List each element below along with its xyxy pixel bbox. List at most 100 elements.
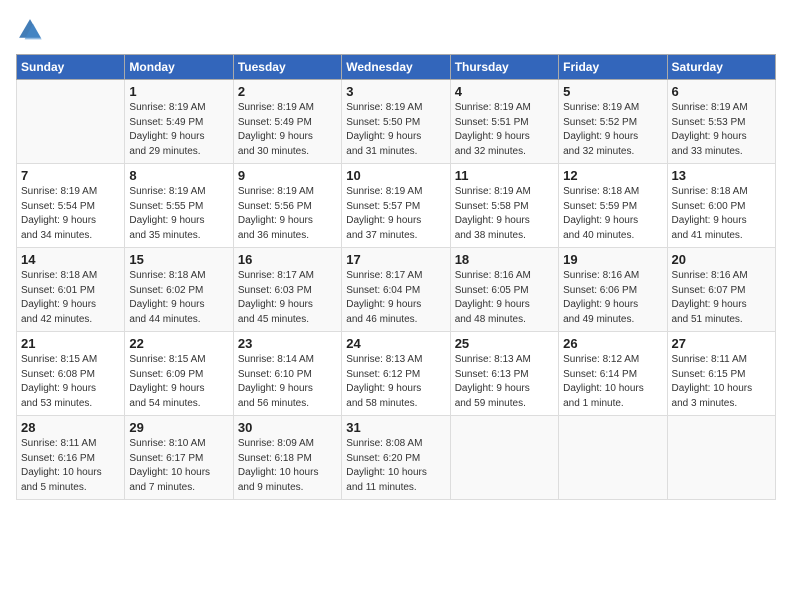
day-info: Sunrise: 8:16 AMSunset: 6:05 PMDaylight:… <box>455 269 554 327</box>
day-info: Sunrise: 8:12 AMSunset: 6:14 PMDaylight:… <box>563 353 662 411</box>
calendar-cell: 25Sunrise: 8:13 AMSunset: 6:13 PMDayligh… <box>450 332 558 416</box>
calendar-cell: 10 Sunrise: 8:19 AMSunset: 5:57 PMDayligh… <box>342 164 450 248</box>
calendar-week-row: 7 Sunrise: 8:19 AMSunset: 5:54 PMDaylight… <box>17 164 776 248</box>
day-number: 13 <box>672 168 771 183</box>
calendar-cell: 2 Sunrise: 8:19 AMSunset: 5:49 PMDaylight… <box>233 80 341 164</box>
day-number: 2 <box>238 84 337 99</box>
day-number: 10 <box>346 168 445 183</box>
day-info: Sunrise: 8:13 AMSunset: 6:12 PMDaylight:… <box>346 353 445 411</box>
day-info: Sunrise: 8:19 AMSunset: 5:49 PMDaylight:… <box>129 101 228 159</box>
day-number: 5 <box>563 84 662 99</box>
day-info: Sunrise: 8:19 AMSunset: 5:49 PMDaylight:… <box>238 101 337 159</box>
day-info: Sunrise: 8:10 AMSunset: 6:17 PMDaylight:… <box>129 437 228 495</box>
day-info: Sunrise: 8:18 AMSunset: 6:01 PMDaylight:… <box>21 269 120 327</box>
day-info: Sunrise: 8:16 AMSunset: 6:07 PMDaylight:… <box>672 269 771 327</box>
calendar-cell: 12 Sunrise: 8:18 AMSunset: 5:59 PMDayligh… <box>559 164 667 248</box>
day-number: 1 <box>129 84 228 99</box>
calendar-cell: 8 Sunrise: 8:19 AMSunset: 5:55 PMDaylight… <box>125 164 233 248</box>
col-header-friday: Friday <box>559 55 667 80</box>
day-number: 11 <box>455 168 554 183</box>
day-info: Sunrise: 8:11 AMSunset: 6:16 PMDaylight:… <box>21 437 120 495</box>
day-number: 19 <box>563 252 662 267</box>
calendar-cell: 29 Sunrise: 8:10 AMSunset: 6:17 PMDayligh… <box>125 416 233 500</box>
calendar-cell <box>450 416 558 500</box>
calendar-cell <box>559 416 667 500</box>
calendar-week-row: 14 Sunrise: 8:18 AMSunset: 6:01 PMDayligh… <box>17 248 776 332</box>
calendar-cell: 11 Sunrise: 8:19 AMSunset: 5:58 PMDayligh… <box>450 164 558 248</box>
calendar-week-row: 1 Sunrise: 8:19 AMSunset: 5:49 PMDaylight… <box>17 80 776 164</box>
day-info: Sunrise: 8:19 AMSunset: 5:57 PMDaylight:… <box>346 185 445 243</box>
day-number: 21 <box>21 336 120 351</box>
day-number: 14 <box>21 252 120 267</box>
col-header-wednesday: Wednesday <box>342 55 450 80</box>
calendar-cell: 22 Sunrise: 8:15 AMSunset: 6:09 PMDayligh… <box>125 332 233 416</box>
day-info: Sunrise: 8:11 AMSunset: 6:15 PMDaylight:… <box>672 353 771 411</box>
day-number: 26 <box>563 336 662 351</box>
day-number: 24 <box>346 336 445 351</box>
calendar-cell: 24 Sunrise: 8:13 AMSunset: 6:12 PMDayligh… <box>342 332 450 416</box>
col-header-monday: Monday <box>125 55 233 80</box>
calendar-cell: 4 Sunrise: 8:19 AMSunset: 5:51 PMDaylight… <box>450 80 558 164</box>
day-number: 17 <box>346 252 445 267</box>
day-number: 16 <box>238 252 337 267</box>
day-info: Sunrise: 8:19 AMSunset: 5:50 PMDaylight:… <box>346 101 445 159</box>
day-number: 8 <box>129 168 228 183</box>
day-info: Sunrise: 8:19 AMSunset: 5:54 PMDaylight:… <box>21 185 120 243</box>
day-info: Sunrise: 8:19 AMSunset: 5:58 PMDaylight:… <box>455 185 554 243</box>
day-info: Sunrise: 8:19 AMSunset: 5:53 PMDaylight:… <box>672 101 771 159</box>
calendar-cell <box>667 416 775 500</box>
day-number: 23 <box>238 336 337 351</box>
day-number: 29 <box>129 420 228 435</box>
day-number: 31 <box>346 420 445 435</box>
day-info: Sunrise: 8:18 AMSunset: 5:59 PMDaylight:… <box>563 185 662 243</box>
day-info: Sunrise: 8:08 AMSunset: 6:20 PMDaylight:… <box>346 437 445 495</box>
calendar-cell: 20Sunrise: 8:16 AMSunset: 6:07 PMDayligh… <box>667 248 775 332</box>
calendar-cell: 7 Sunrise: 8:19 AMSunset: 5:54 PMDaylight… <box>17 164 125 248</box>
calendar-cell: 23 Sunrise: 8:14 AMSunset: 6:10 PMDayligh… <box>233 332 341 416</box>
day-number: 12 <box>563 168 662 183</box>
day-number: 4 <box>455 84 554 99</box>
day-info: Sunrise: 8:15 AMSunset: 6:09 PMDaylight:… <box>129 353 228 411</box>
day-number: 18 <box>455 252 554 267</box>
col-header-sunday: Sunday <box>17 55 125 80</box>
calendar-cell: 15Sunrise: 8:18 AMSunset: 6:02 PMDayligh… <box>125 248 233 332</box>
col-header-thursday: Thursday <box>450 55 558 80</box>
calendar-cell: 14 Sunrise: 8:18 AMSunset: 6:01 PMDayligh… <box>17 248 125 332</box>
calendar-cell: 28 Sunrise: 8:11 AMSunset: 6:16 PMDayligh… <box>17 416 125 500</box>
day-info: Sunrise: 8:13 AMSunset: 6:13 PMDaylight:… <box>455 353 554 411</box>
day-info: Sunrise: 8:19 AMSunset: 5:52 PMDaylight:… <box>563 101 662 159</box>
day-number: 22 <box>129 336 228 351</box>
calendar-week-row: 21 Sunrise: 8:15 AMSunset: 6:08 PMDayligh… <box>17 332 776 416</box>
day-number: 9 <box>238 168 337 183</box>
col-header-tuesday: Tuesday <box>233 55 341 80</box>
day-number: 28 <box>21 420 120 435</box>
calendar-cell: 16 Sunrise: 8:17 AMSunset: 6:03 PMDayligh… <box>233 248 341 332</box>
day-info: Sunrise: 8:15 AMSunset: 6:08 PMDaylight:… <box>21 353 120 411</box>
calendar-cell <box>17 80 125 164</box>
day-info: Sunrise: 8:19 AMSunset: 5:51 PMDaylight:… <box>455 101 554 159</box>
day-number: 6 <box>672 84 771 99</box>
calendar-cell: 1 Sunrise: 8:19 AMSunset: 5:49 PMDaylight… <box>125 80 233 164</box>
day-info: Sunrise: 8:17 AMSunset: 6:03 PMDaylight:… <box>238 269 337 327</box>
day-info: Sunrise: 8:18 AMSunset: 6:02 PMDaylight:… <box>129 269 228 327</box>
calendar-cell: 26 Sunrise: 8:12 AMSunset: 6:14 PMDayligh… <box>559 332 667 416</box>
calendar-table: SundayMondayTuesdayWednesdayThursdayFrid… <box>16 54 776 500</box>
day-info: Sunrise: 8:19 AMSunset: 5:56 PMDaylight:… <box>238 185 337 243</box>
day-info: Sunrise: 8:18 AMSunset: 6:00 PMDaylight:… <box>672 185 771 243</box>
calendar-cell: 3 Sunrise: 8:19 AMSunset: 5:50 PMDaylight… <box>342 80 450 164</box>
calendar-cell: 5 Sunrise: 8:19 AMSunset: 5:52 PMDaylight… <box>559 80 667 164</box>
day-info: Sunrise: 8:19 AMSunset: 5:55 PMDaylight:… <box>129 185 228 243</box>
calendar-cell: 27Sunrise: 8:11 AMSunset: 6:15 PMDayligh… <box>667 332 775 416</box>
calendar-cell: 19 Sunrise: 8:16 AMSunset: 6:06 PMDayligh… <box>559 248 667 332</box>
calendar-header-row: SundayMondayTuesdayWednesdayThursdayFrid… <box>17 55 776 80</box>
logo-icon <box>16 16 44 44</box>
day-number: 7 <box>21 168 120 183</box>
calendar-week-row: 28 Sunrise: 8:11 AMSunset: 6:16 PMDayligh… <box>17 416 776 500</box>
day-info: Sunrise: 8:16 AMSunset: 6:06 PMDaylight:… <box>563 269 662 327</box>
day-number: 3 <box>346 84 445 99</box>
day-number: 30 <box>238 420 337 435</box>
day-info: Sunrise: 8:14 AMSunset: 6:10 PMDaylight:… <box>238 353 337 411</box>
calendar-cell: 9 Sunrise: 8:19 AMSunset: 5:56 PMDaylight… <box>233 164 341 248</box>
calendar-cell: 30Sunrise: 8:09 AMSunset: 6:18 PMDayligh… <box>233 416 341 500</box>
calendar-cell: 31 Sunrise: 8:08 AMSunset: 6:20 PMDayligh… <box>342 416 450 500</box>
